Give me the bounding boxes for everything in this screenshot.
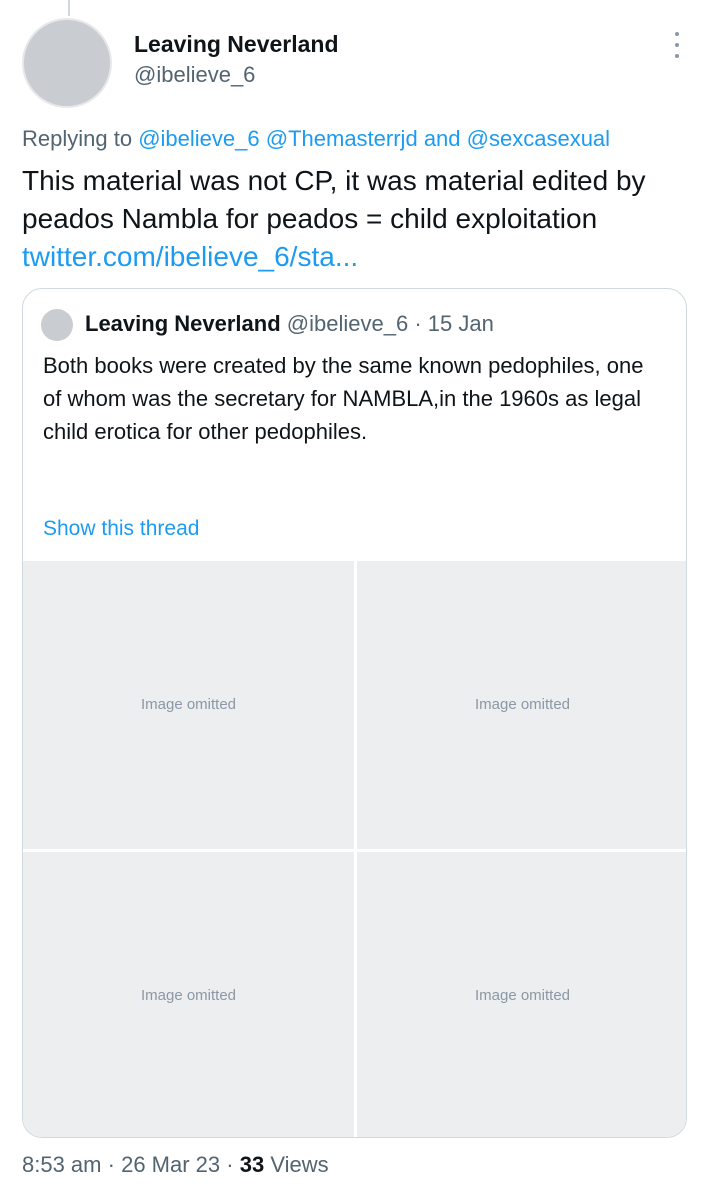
replying-to-prefix: Replying to: [22, 126, 133, 151]
more-dot: [675, 54, 679, 58]
quoted-separator: ·: [414, 311, 422, 336]
more-dot: [675, 32, 679, 36]
post-time[interactable]: 8:53 am: [22, 1152, 102, 1177]
quoted-tweet-header: Leaving Neverland @ibelieve_6 · 15 Jan: [85, 311, 494, 337]
footer-separator: ·: [226, 1152, 234, 1177]
quoted-media-grid: Image omitted Image omitted Image omitte…: [23, 561, 686, 1137]
author-handle[interactable]: @ibelieve_6: [134, 62, 339, 88]
author-block: Leaving Neverland @ibelieve_6: [134, 31, 339, 88]
quoted-author-handle: @ibelieve_6: [286, 311, 409, 336]
post-date[interactable]: 26 Mar 23: [121, 1152, 220, 1177]
quoted-author-avatar: [41, 309, 73, 341]
tweet-text: This material was not CP, it was materia…: [22, 165, 646, 234]
quoted-date: 15 Jan: [427, 311, 494, 336]
replying-to-line: Replying to @ibelieve_6 @Themasterrjd an…: [22, 126, 610, 152]
media-placeholder-label: Image omitted: [140, 986, 237, 1004]
tweet-footer: 8:53 am · 26 Mar 23 · 33 Views: [22, 1152, 329, 1178]
tweet-link[interactable]: twitter.com/ibelieve_6/sta...: [22, 241, 358, 273]
footer-separator: ·: [107, 1152, 115, 1177]
quoted-tweet[interactable]: Leaving Neverland @ibelieve_6 · 15 Jan B…: [22, 288, 687, 1138]
views-count: 33: [239, 1152, 265, 1177]
media-placeholder-label: Image omitted: [474, 696, 571, 714]
show-thread-link[interactable]: Show this thread: [43, 517, 199, 541]
media-placeholder: Image omitted: [357, 561, 686, 849]
author-name[interactable]: Leaving Neverland: [134, 31, 339, 58]
author-avatar[interactable]: [22, 18, 112, 108]
media-placeholder-label: Image omitted: [140, 696, 237, 714]
more-options-icon[interactable]: [673, 32, 681, 58]
views-label: Views: [270, 1152, 329, 1177]
media-placeholder: Image omitted: [357, 851, 686, 1137]
quoted-author-name: Leaving Neverland: [85, 311, 281, 336]
mention-link[interactable]: @sexcasexual: [467, 126, 610, 151]
media-placeholder-label: Image omitted: [474, 986, 571, 1004]
mention-link[interactable]: @ibelieve_6: [138, 126, 259, 151]
thread-connector-line: [68, 0, 70, 16]
media-placeholder: Image omitted: [23, 561, 354, 849]
mention-link[interactable]: @Themasterrjd: [266, 126, 418, 151]
mention-joiner[interactable]: and: [424, 126, 461, 151]
more-dot: [675, 43, 679, 47]
media-placeholder: Image omitted: [23, 851, 354, 1137]
quoted-tweet-text: Both books were created by the same know…: [43, 353, 644, 444]
